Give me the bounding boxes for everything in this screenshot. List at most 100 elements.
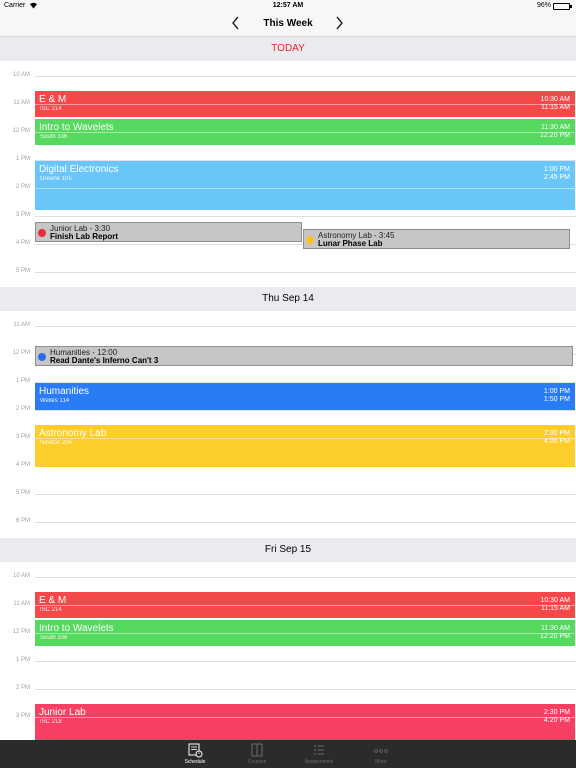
assignments-icon xyxy=(294,742,344,758)
assignment-read-dantes-inferno[interactable]: Humanities - 12:00 Read Dante's Inferno … xyxy=(35,346,573,366)
event-location: South 336 xyxy=(40,635,68,641)
event-name: Intro to Wavelets xyxy=(39,122,114,133)
event-digital-electronics[interactable]: Digital Electronics Greene 105 1:00 PM 2… xyxy=(35,161,575,210)
hour-label: 5 PM xyxy=(15,490,30,496)
event-intro-to-wavelets[interactable]: Intro to Wavelets South 336 11:30 AM 12:… xyxy=(35,119,575,145)
status-bar: Carrier 12:57 AM 96% xyxy=(0,0,576,12)
hour-label: 6 PM xyxy=(15,518,30,524)
day-header-thu-sep-14: Thu Sep 14 xyxy=(0,287,576,311)
tab-assignments[interactable]: Assignments xyxy=(294,742,344,765)
tab-label: Courses xyxy=(247,759,267,765)
hour-label: 4 PM xyxy=(15,462,30,468)
event-name: Junior Lab xyxy=(39,707,86,718)
event-end-time: 4:00 PM xyxy=(543,438,570,445)
schedule-list[interactable]: TODAY 10 AM 11 AM 12 PM 1 PM 2 PM 3 PM 4… xyxy=(0,37,576,740)
course-color-dot xyxy=(38,229,46,237)
hour-label: 1 PM xyxy=(15,156,30,162)
event-end-time: 1:50 PM xyxy=(543,396,570,403)
hour-label: 5 PM xyxy=(15,268,30,274)
hour-label: 3 PM xyxy=(15,434,30,440)
hour-divider xyxy=(35,522,576,523)
hour-label: 3 PM xyxy=(15,212,30,218)
assignment-finish-lab-report[interactable]: Junior Lab - 3:30 Finish Lab Report xyxy=(35,222,302,242)
event-name: E & M xyxy=(39,595,67,606)
event-start-time: 10:30 AM xyxy=(540,597,570,604)
hour-label: 4 PM xyxy=(15,240,30,246)
event-name: Digital Electronics xyxy=(39,164,119,175)
event-e-and-m[interactable]: E & M ISC 214 10:30 AM 11:15 AM xyxy=(35,91,575,117)
hour-label: 10 AM xyxy=(12,573,30,579)
event-humanities[interactable]: Humanities Welles 114 1:00 PM 1:50 PM xyxy=(35,383,575,410)
hour-divider xyxy=(35,494,576,495)
more-icon xyxy=(356,742,406,758)
hour-label: 2 PM xyxy=(15,685,30,691)
battery-icon xyxy=(553,3,572,10)
hour-label: 11 AM xyxy=(13,322,30,328)
tab-schedule[interactable]: Schedule xyxy=(170,742,220,765)
hour-label: 2 PM xyxy=(15,184,30,190)
event-name: E & M xyxy=(39,94,67,105)
hour-divider xyxy=(35,410,576,411)
event-start-time: 1:00 PM xyxy=(543,166,570,173)
event-end-time: 12:20 PM xyxy=(540,633,570,640)
hour-divider xyxy=(35,326,576,327)
battery-percent: 96% xyxy=(536,2,551,9)
event-name: Humanities xyxy=(39,386,90,397)
course-color-dot xyxy=(38,353,46,361)
tab-label: Assignments xyxy=(304,759,334,765)
event-start-time: 11:30 AM xyxy=(540,625,570,632)
course-color-dot xyxy=(306,236,314,244)
hour-divider xyxy=(35,76,576,77)
event-location: ISC 214 xyxy=(40,106,62,112)
tab-courses[interactable]: Courses xyxy=(232,742,282,765)
courses-icon xyxy=(232,742,282,758)
hour-label: 12 PM xyxy=(12,128,30,134)
tab-label: Schedule xyxy=(184,759,206,765)
hour-divider xyxy=(35,633,575,634)
event-location: ISC 218 xyxy=(40,719,62,725)
event-e-and-m[interactable]: E & M ISC 214 10:30 AM 11:15 AM xyxy=(35,592,575,618)
hour-divider xyxy=(35,661,576,662)
assignment-title: Finish Lab Report xyxy=(50,232,118,241)
hour-label: 11 AM xyxy=(13,601,30,607)
event-location: ISC 214 xyxy=(40,607,62,613)
event-intro-to-wavelets[interactable]: Intro to Wavelets South 336 11:30 AM 12:… xyxy=(35,620,575,646)
event-end-time: 2:45 PM xyxy=(543,174,570,181)
hour-divider xyxy=(35,605,575,606)
event-location: South 336 xyxy=(40,134,68,140)
hour-label: 10 AM xyxy=(12,72,30,78)
hour-divider xyxy=(35,438,575,439)
hour-label: 12 PM xyxy=(12,629,30,635)
next-week-button[interactable] xyxy=(334,15,344,34)
event-location: Welles 114 xyxy=(40,398,70,404)
event-location: Greene 105 xyxy=(40,176,72,182)
hour-label: 12 PM xyxy=(12,350,30,356)
hour-divider xyxy=(35,132,575,133)
event-start-time: 2:30 PM xyxy=(543,430,570,437)
hour-divider xyxy=(35,216,576,217)
assignment-title: Lunar Phase Lab xyxy=(318,239,383,248)
day-header-today: TODAY xyxy=(0,37,576,61)
navigation-bar: This Week xyxy=(0,12,576,37)
day-header-fri-sep-15: Fri Sep 15 xyxy=(0,538,576,562)
event-start-time: 2:30 PM xyxy=(543,709,570,716)
hour-divider xyxy=(35,577,576,578)
hour-divider xyxy=(35,272,576,273)
event-start-time: 11:30 AM xyxy=(540,124,570,131)
schedule-icon xyxy=(170,742,220,758)
hour-label: 11 AM xyxy=(13,100,30,106)
event-end-time: 11:15 AM xyxy=(540,605,570,612)
hour-divider xyxy=(35,717,575,718)
hour-label: 1 PM xyxy=(15,657,30,663)
hour-label: 3 PM xyxy=(15,713,30,719)
status-time: 12:57 AM xyxy=(272,2,304,9)
hour-divider xyxy=(35,689,576,690)
hour-label: 1 PM xyxy=(15,378,30,384)
tab-more[interactable]: More xyxy=(356,742,406,765)
event-start-time: 1:00 PM xyxy=(543,388,570,395)
event-junior-lab[interactable]: Junior Lab ISC 218 2:30 PM 4:20 PM xyxy=(35,704,575,740)
event-end-time: 11:15 AM xyxy=(540,104,570,111)
event-location: Newton 204 xyxy=(40,440,73,446)
assignment-lunar-phase-lab[interactable]: Astronomy Lab - 3:45 Lunar Phase Lab xyxy=(303,229,570,249)
event-astronomy-lab[interactable]: Astronomy Lab Newton 204 2:30 PM 4:00 PM xyxy=(35,425,575,467)
